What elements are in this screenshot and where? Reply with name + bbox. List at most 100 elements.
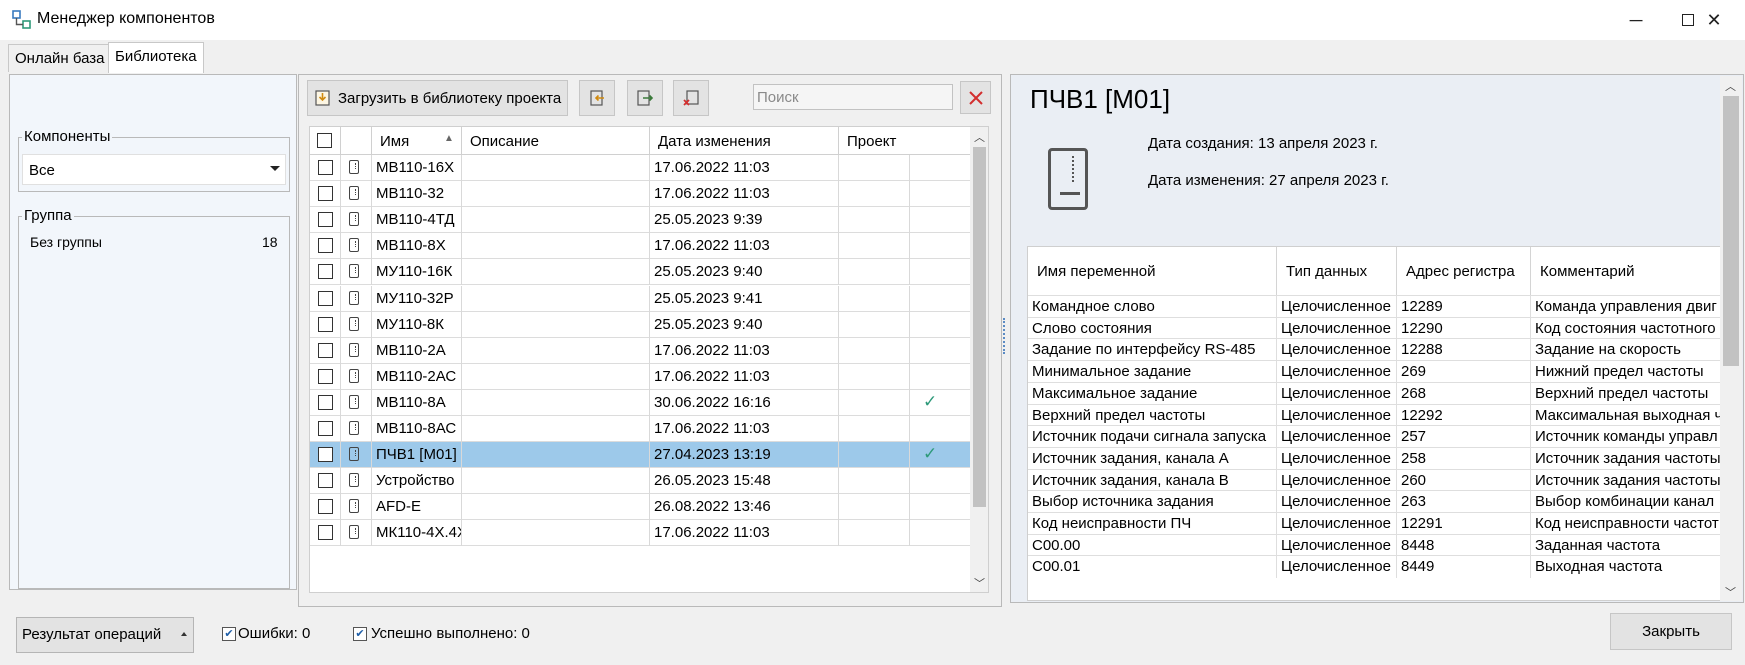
var-comment: Выходная частота [1531,556,1720,578]
chevron-up-icon[interactable]: ︿ [974,129,985,145]
tab-online-base[interactable]: Онлайн база [8,44,112,72]
var-type: Целочисленное [1277,296,1397,318]
table-row[interactable]: МУ110-32Р 25.05.2023 9:41 [310,285,970,312]
chevron-down-icon[interactable]: ﹀ [974,575,985,591]
table-row[interactable]: МУ110-8К 25.05.2023 9:40 [310,311,970,338]
window-title: Менеджер компонентов [37,10,215,27]
vars-header-name[interactable]: Имя переменной [1028,247,1277,295]
load-to-project-button[interactable]: Загрузить в библиотеку проекта [307,80,568,116]
row-checkbox[interactable] [318,186,333,202]
row-description [462,389,650,416]
var-name: Источник задания, канала А [1028,447,1277,470]
row-date: 17.06.2022 11:03 [650,520,839,547]
row-checkbox[interactable] [318,473,333,489]
table-row[interactable]: Командное слово Целочисленное 12289 Команда… [1028,295,1720,318]
table-row[interactable]: Источник задания, канала А Целочисленное 2… [1028,446,1720,470]
table-row[interactable]: МВ110-4ТД 25.05.2023 9:39 [310,207,970,234]
chevron-up-icon[interactable]: ︿ [1725,78,1736,94]
table-row[interactable]: МВ110-2АС 17.06.2022 11:03 [310,363,970,390]
var-name: Слово состояния [1028,317,1277,340]
load-label: Загрузить в библиотеку проекта [338,89,562,107]
var-address: 258 [1397,447,1531,470]
column-header-description[interactable]: Описание [462,127,650,155]
import-button[interactable] [579,80,615,116]
row-checkbox[interactable] [318,525,333,541]
table-row[interactable]: Максимальное задание Целочисленное 268 Верх… [1028,381,1720,405]
table-row[interactable]: C00.01 Целочисленное 8449 Выходная частота [1028,555,1720,579]
vars-header-comment[interactable]: Комментарий [1531,247,1720,295]
var-address: 12290 [1397,317,1531,340]
export-button[interactable] [627,80,663,116]
table-row[interactable]: Источник задания, канала В Целочисленное 2… [1028,468,1720,492]
row-checkbox[interactable] [318,316,333,332]
table-row[interactable]: Верхний предел частоты Целочисленное 12292… [1028,403,1720,427]
table-row[interactable]: ПЧВ1 [M01] 27.04.2023 13:19 ✓ [310,442,970,469]
table-row[interactable]: C00.00 Целочисленное 8448 Заданная частота [1028,533,1720,557]
table-row[interactable]: Источник подачи сигнала запуска Целочисле… [1028,425,1720,449]
row-date: 17.06.2022 11:03 [650,233,839,260]
table-row[interactable]: МВ110-8АС 17.06.2022 11:03 [310,416,970,442]
group-item-name[interactable]: Без группы [30,234,102,250]
table-row[interactable]: МК110-4Х.4Х 17.06.2022 11:03 [310,520,970,547]
search-input[interactable] [753,84,953,110]
chevron-down-icon[interactable]: ﹀ [1725,584,1736,600]
vars-header-address[interactable]: Адрес регистра [1397,247,1531,295]
row-date: 27.04.2023 13:19 [650,442,839,469]
row-name: МВ110-32 [372,181,462,208]
var-name: Верхний предел частоты [1028,404,1277,427]
row-date: 25.05.2023 9:41 [650,285,839,312]
table-row[interactable]: AFD-E 26.08.2022 13:46 [310,494,970,521]
splitter-right[interactable] [1003,318,1005,354]
close-button[interactable]: Закрыть [1610,613,1732,650]
row-name: МУ110-16К [372,259,462,286]
row-checkbox[interactable] [318,499,333,515]
row-checkbox[interactable] [318,160,333,175]
tab-library[interactable]: Библиотека [108,42,204,73]
row-date: 25.05.2023 9:40 [650,259,839,286]
table-row[interactable]: Слово состояния Целочисленное 12290 Код сос… [1028,316,1720,340]
group-label: Группа [22,207,74,224]
row-checkbox[interactable] [318,342,333,358]
errors-checkbox[interactable]: ✔ [222,627,236,641]
var-address: 12289 [1397,296,1531,318]
table-row[interactable]: Устройство 26.05.2023 15:48 [310,468,970,495]
success-checkbox[interactable]: ✔ [353,627,367,641]
delete-button[interactable] [673,80,709,116]
column-header-date[interactable]: Дата изменения [650,127,839,155]
row-checkbox[interactable] [318,264,333,280]
table-row[interactable]: Выбор источника задания Целочисленное 263 В… [1028,490,1720,514]
components-select[interactable]: Все [22,154,286,185]
table-row[interactable]: Задание по интерфейсу RS-485 Целочисленно… [1028,338,1720,362]
row-checkbox[interactable] [318,421,333,436]
row-checkbox[interactable] [318,290,333,306]
details-scrollbar-thumb[interactable] [1723,96,1739,366]
select-all-checkbox[interactable] [317,133,332,148]
grid-scrollbar[interactable]: ︿ ﹀ [970,127,988,592]
close-window-button[interactable]: ✕ [1684,0,1744,40]
table-row[interactable]: Минимальное задание Целочисленное 269 Нижни… [1028,360,1720,384]
operations-result-button[interactable]: Результат операций [16,617,194,653]
table-row[interactable]: МВ110-8А 30.06.2022 16:16 ✓ [310,389,970,416]
table-row[interactable]: МУ110-16К 25.05.2023 9:40 [310,259,970,286]
row-checkbox[interactable] [318,394,333,410]
details-scrollbar[interactable]: ︿ ﹀ [1720,76,1742,601]
table-row[interactable]: МВ110-32 17.06.2022 11:03 [310,181,970,208]
vars-header-type[interactable]: Тип данных [1277,247,1397,295]
table-row[interactable]: МВ110-2А 17.06.2022 11:03 [310,337,970,364]
row-checkbox[interactable] [318,238,333,254]
minimize-button[interactable]: ─ [1608,0,1664,40]
table-row[interactable]: МВ110-8Х 17.06.2022 11:03 [310,233,970,260]
row-checkbox[interactable] [318,368,333,384]
column-header-project[interactable]: Проект [839,127,910,155]
column-header-name[interactable]: Имя ▲ [372,127,462,155]
row-description [462,363,650,390]
grid-scrollbar-thumb[interactable] [973,147,986,507]
row-checkbox[interactable] [318,212,333,228]
clear-search-button[interactable] [960,81,991,114]
row-checkbox[interactable] [318,447,333,463]
project-check-icon: ✓ [923,391,938,411]
row-description [462,285,650,312]
project-check-icon: ✓ [923,444,938,464]
table-row[interactable]: Код неисправности ПЧ Целочисленное 12291 Ко… [1028,512,1720,535]
table-row[interactable]: МВ110-16Х 17.06.2022 11:03 [310,155,970,181]
